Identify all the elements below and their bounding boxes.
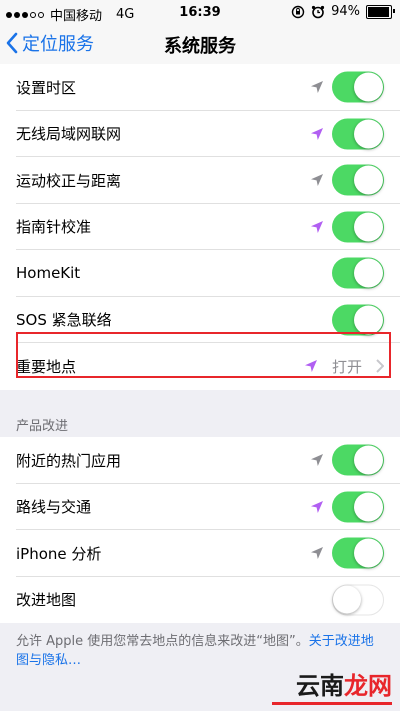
row-label: 运动校正与距离 [16, 171, 122, 190]
location-arrow-icon [311, 547, 323, 560]
settings-row: 指南针校准 [0, 204, 400, 250]
location-arrow-icon [311, 81, 323, 94]
row-label: 无线局域网联网 [16, 125, 122, 144]
toggle-switch[interactable] [332, 304, 384, 336]
settings-row: HomeKit [0, 250, 400, 297]
settings-row: 附近的热门应用 [0, 437, 400, 484]
settings-row: SOS 紧急联络 [0, 297, 400, 343]
battery-percent: 94% [331, 4, 360, 19]
footer-note: 允许 Apple 使用您常去地点的信息来改进“地图”。关于改进地图与隐私… [16, 632, 386, 670]
row-label: 重要地点 [16, 357, 77, 376]
toggle-switch[interactable] [332, 257, 384, 289]
chevron-right-icon [376, 359, 384, 373]
toggle-knob [333, 585, 361, 614]
location-arrow-icon [311, 500, 323, 513]
settings-row[interactable]: 重要地点 打开 [0, 343, 400, 390]
toggle-switch[interactable] [332, 537, 384, 569]
system-services-list: 设置时区 无线局域网联网 运动校正与距离 指南针校准 HomeKit SOS 紧急联络 重要… [0, 64, 400, 390]
chevron-left-icon [6, 32, 18, 54]
section-header: 产品改进 [16, 419, 69, 434]
toggle-knob [354, 119, 383, 149]
row-label: 路线与交通 [16, 498, 92, 517]
navigation-bar: 定位服务 系统服务 [0, 26, 400, 64]
settings-row: 设置时区 [0, 64, 400, 111]
settings-row: 路线与交通 [0, 484, 400, 530]
footer-text: 允许 Apple 使用您常去地点的信息来改进“地图”。 [16, 634, 309, 649]
watermark-underline [272, 702, 392, 705]
rotation-lock-icon [291, 5, 305, 18]
location-arrow-icon [311, 220, 323, 233]
toggle-switch[interactable] [332, 491, 384, 523]
toggle-switch[interactable] [332, 71, 384, 103]
watermark-logo: 云南龙网 [296, 672, 392, 700]
row-label: 指南针校准 [16, 218, 92, 237]
settings-row: 无线局域网联网 [0, 111, 400, 157]
row-label: HomeKit [16, 264, 81, 283]
toggle-switch[interactable] [332, 584, 384, 616]
location-arrow-icon [311, 174, 323, 187]
toggle-switch[interactable] [332, 444, 384, 476]
toggle-switch[interactable] [332, 118, 384, 150]
status-bar: 中国移动 4G 16:39 94% [0, 0, 400, 26]
toggle-knob [354, 258, 383, 288]
toggle-knob [354, 165, 383, 195]
location-arrow-icon [311, 127, 323, 140]
settings-row: 改进地图 [0, 577, 400, 624]
row-detail-value: 打开 [331, 357, 362, 376]
battery-icon [366, 4, 395, 19]
toggle-knob [354, 538, 383, 568]
toggle-knob [354, 445, 383, 475]
row-label: 改进地图 [16, 591, 77, 610]
location-arrow-icon [311, 454, 323, 467]
row-label: iPhone 分析 [16, 544, 102, 563]
location-arrow-icon [305, 360, 317, 373]
back-label: 定位服务 [22, 34, 94, 55]
toggle-knob [354, 72, 383, 102]
toggle-switch[interactable] [332, 211, 384, 243]
row-label: SOS 紧急联络 [16, 311, 112, 330]
back-button[interactable]: 定位服务 [6, 30, 94, 56]
row-label: 设置时区 [16, 78, 77, 97]
row-label: 附近的热门应用 [16, 451, 122, 470]
settings-row: 运动校正与距离 [0, 157, 400, 204]
status-right: 94% [291, 4, 395, 19]
toggle-knob [354, 305, 383, 335]
product-improvement-list: 附近的热门应用 路线与交通 iPhone 分析 改进地图 [0, 437, 400, 623]
toggle-knob [354, 212, 383, 242]
toggle-knob [354, 492, 383, 522]
settings-row: iPhone 分析 [0, 530, 400, 577]
alarm-icon [311, 5, 325, 18]
toggle-switch[interactable] [332, 164, 384, 196]
